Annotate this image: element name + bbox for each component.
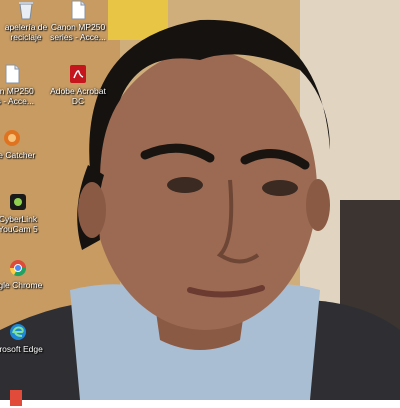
desktop-icon-label: obe Catcher [0,150,36,160]
desktop-icon-canon-mp250-b[interactable]: non MP250 ies - Acce... [0,64,48,106]
desktop-wallpaper [0,0,400,400]
app-icon [10,390,22,406]
desktop-icon-microsoft-edge[interactable]: icrosoft Edge [0,322,54,354]
desktop-icon-adobe-acrobat[interactable]: Adobe Acrobat DC [42,64,114,106]
desktop-icon-label: non MP250 ies - Acce... [0,86,34,106]
desktop-icon-partial[interactable] [0,388,52,408]
catcher-icon [4,130,20,146]
edge-icon [10,324,26,340]
desktop-icon-label: CyberLink YouCam 5 [0,214,38,234]
desktop-icon-label: Canon MP250 series - Acce... [50,22,106,42]
desktop-icon-cyberlink[interactable]: CyberLink YouCam 5 [0,192,54,234]
chrome-icon [9,260,27,277]
desktop-icon-label: icrosoft Edge [0,344,43,354]
document-icon [5,64,20,84]
acrobat-icon [70,65,86,83]
recycle-bin-icon [19,2,33,20]
desktop-icon-label: Adobe Acrobat DC [50,86,106,106]
desktop-icon-canon-mp250-a[interactable]: Canon MP250 series - Acce... [42,0,114,42]
desktop-icon-adobe-catcher[interactable]: obe Catcher [0,128,48,160]
youcam-icon [10,194,26,210]
desktop-icon-google-chrome[interactable]: ogle Chrome [0,258,54,290]
document-icon [71,0,86,20]
portrait-photo [0,0,400,400]
desktop-icon-label: ogle Chrome [0,280,43,290]
